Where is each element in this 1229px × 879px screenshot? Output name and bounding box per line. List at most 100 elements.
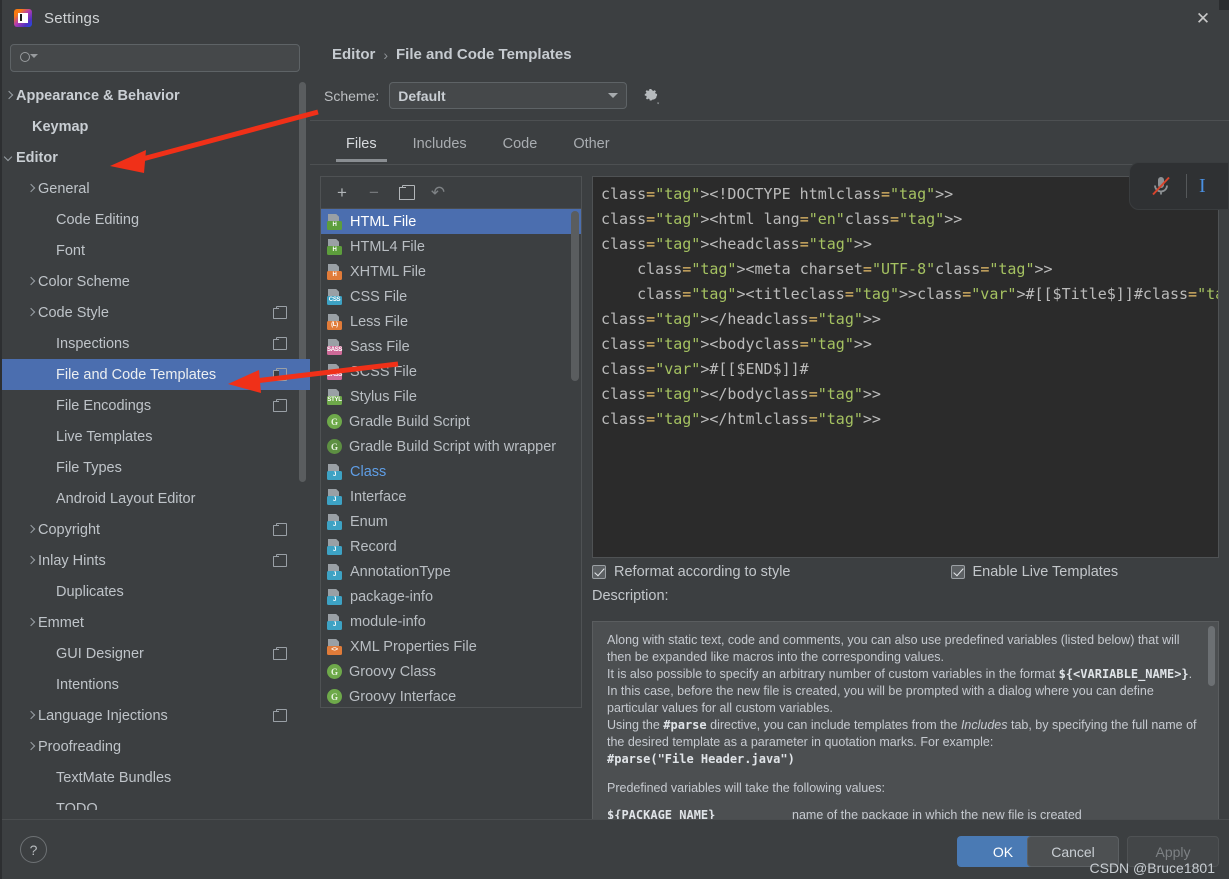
list-item[interactable]: Jpackage-info bbox=[321, 584, 581, 609]
list-item[interactable]: JAnnotationType bbox=[321, 559, 581, 584]
sidebar-item-label: Editor bbox=[16, 150, 58, 166]
remove-template-button[interactable]: − bbox=[361, 181, 387, 205]
sidebar-item-file-encodings[interactable]: File Encodings bbox=[0, 390, 310, 421]
sidebar-item-label: Copyright bbox=[38, 522, 100, 538]
list-item[interactable]: GGradle Build Script bbox=[321, 409, 581, 434]
list-item[interactable]: JEnum bbox=[321, 509, 581, 534]
copy-settings-icon[interactable] bbox=[273, 337, 286, 350]
list-item[interactable]: SASSSass File bbox=[321, 334, 581, 359]
sidebar-item-label: Live Templates bbox=[56, 429, 152, 445]
list-item[interactable]: HHTML File bbox=[321, 209, 581, 234]
sidebar-item-general[interactable]: General bbox=[0, 173, 310, 204]
search-box[interactable] bbox=[10, 44, 300, 72]
sidebar-item-copyright[interactable]: Copyright bbox=[0, 514, 310, 545]
chevron-right-icon[interactable] bbox=[24, 709, 38, 723]
sidebar-item-label: Android Layout Editor bbox=[56, 491, 195, 507]
copy-settings-icon[interactable] bbox=[273, 368, 286, 381]
list-item[interactable]: JClass bbox=[321, 459, 581, 484]
sidebar-item-code-style[interactable]: Code Style bbox=[0, 297, 310, 328]
list-item[interactable]: JRecord bbox=[321, 534, 581, 559]
sidebar-item-emmet[interactable]: Emmet bbox=[0, 607, 310, 638]
sidebar-item-inlay-hints[interactable]: Inlay Hints bbox=[0, 545, 310, 576]
sidebar-item-code-editing[interactable]: Code Editing bbox=[0, 204, 310, 235]
chevron-right-icon[interactable] bbox=[24, 182, 38, 196]
copy-settings-icon[interactable] bbox=[273, 306, 286, 319]
search-input[interactable] bbox=[36, 51, 299, 66]
list-item[interactable]: STYLStylus File bbox=[321, 384, 581, 409]
scheme-select[interactable]: Default bbox=[389, 82, 627, 109]
chevron-right-icon[interactable] bbox=[24, 740, 38, 754]
chevron-right-icon[interactable] bbox=[24, 275, 38, 289]
list-item[interactable]: GGradle Build Script with wrapper bbox=[321, 434, 581, 459]
tab-files[interactable]: Files bbox=[328, 128, 395, 162]
list-item-label: HTML File bbox=[350, 214, 416, 230]
java-class-icon: J bbox=[327, 514, 343, 530]
sidebar-item-label: TextMate Bundles bbox=[56, 770, 171, 786]
chevron-right-icon[interactable] bbox=[24, 554, 38, 568]
list-item-label: Groovy Interface bbox=[349, 689, 456, 705]
sidebar-item-inspections[interactable]: Inspections bbox=[0, 328, 310, 359]
sidebar-item-font[interactable]: Font bbox=[0, 235, 310, 266]
microphone-muted-icon[interactable] bbox=[1148, 173, 1174, 199]
sidebar-item-todo[interactable]: TODO bbox=[0, 793, 310, 810]
list-item[interactable]: Jmodule-info bbox=[321, 609, 581, 634]
microphone-widget[interactable]: I bbox=[1129, 162, 1229, 210]
copy-settings-icon[interactable] bbox=[273, 399, 286, 412]
chevron-right-icon[interactable] bbox=[24, 523, 38, 537]
list-item[interactable]: HXHTML File bbox=[321, 259, 581, 284]
sidebar-item-editor[interactable]: Editor bbox=[0, 142, 310, 173]
sidebar-item-color-scheme[interactable]: Color Scheme bbox=[0, 266, 310, 297]
list-item[interactable]: HHTML4 File bbox=[321, 234, 581, 259]
sidebar-item-textmate-bundles[interactable]: TextMate Bundles bbox=[0, 762, 310, 793]
reset-template-button[interactable]: ↶ bbox=[425, 181, 451, 205]
sidebar-item-gui-designer[interactable]: GUI Designer bbox=[0, 638, 310, 669]
copy-settings-icon[interactable] bbox=[273, 523, 286, 536]
java-class-icon: J bbox=[327, 589, 343, 605]
sidebar-item-file-and-code-templates[interactable]: File and Code Templates bbox=[0, 359, 310, 390]
settings-dialog: Settings ✕ Appearance & BehaviorKeymapEd… bbox=[0, 0, 1229, 879]
groovy-icon: G bbox=[327, 689, 342, 704]
sidebar-item-intentions[interactable]: Intentions bbox=[0, 669, 310, 700]
java-class-icon: J bbox=[327, 564, 343, 580]
description-box[interactable]: Along with static text, code and comment… bbox=[592, 621, 1219, 843]
sidebar-item-android-layout-editor[interactable]: Android Layout Editor bbox=[0, 483, 310, 514]
tab-includes[interactable]: Includes bbox=[395, 128, 485, 162]
description-label: Description: bbox=[592, 588, 669, 604]
chevron-right-icon[interactable] bbox=[24, 616, 38, 630]
sidebar-item-language-injections[interactable]: Language Injections bbox=[0, 700, 310, 731]
copy-settings-icon[interactable] bbox=[273, 709, 286, 722]
reformat-checkbox[interactable]: Reformat according to style bbox=[592, 564, 791, 580]
add-template-button[interactable]: + bbox=[329, 181, 355, 205]
help-icon[interactable]: ? bbox=[20, 836, 47, 863]
chevron-right-icon[interactable] bbox=[24, 306, 38, 320]
sidebar-item-file-types[interactable]: File Types bbox=[0, 452, 310, 483]
list-item[interactable]: G Groovy Interface bbox=[321, 684, 581, 707]
copy-template-button[interactable] bbox=[393, 181, 419, 205]
tab-code[interactable]: Code bbox=[485, 128, 556, 162]
tab-other[interactable]: Other bbox=[555, 128, 627, 162]
copy-settings-icon[interactable] bbox=[273, 647, 286, 660]
live-templates-checkbox[interactable]: Enable Live Templates bbox=[951, 564, 1119, 580]
templates-list[interactable]: HHTML FileHHTML4 FileHXHTML FileCSSCSS F… bbox=[321, 209, 581, 707]
list-item[interactable]: SASSSCSS File bbox=[321, 359, 581, 384]
list-item[interactable]: <>XML Properties File bbox=[321, 634, 581, 659]
sidebar-item-proofreading[interactable]: Proofreading bbox=[0, 731, 310, 762]
breadcrumb-parent[interactable]: Editor bbox=[332, 46, 375, 63]
sidebar-item-label: Inspections bbox=[56, 336, 129, 352]
template-code-editor[interactable]: class="tag"><!DOCTYPE htmlclass="tag">>c… bbox=[592, 176, 1219, 558]
chevron-right-icon[interactable] bbox=[2, 89, 16, 103]
list-item[interactable]: (L)Less File bbox=[321, 309, 581, 334]
templates-scrollbar[interactable] bbox=[571, 211, 579, 381]
sidebar-item-appearance-behavior[interactable]: Appearance & Behavior bbox=[0, 80, 310, 111]
sidebar-item-label: Code Style bbox=[38, 305, 109, 321]
chevron-down-icon[interactable] bbox=[2, 151, 16, 165]
description-scrollbar[interactable] bbox=[1208, 626, 1215, 686]
sidebar-item-duplicates[interactable]: Duplicates bbox=[0, 576, 310, 607]
copy-settings-icon[interactable] bbox=[273, 554, 286, 567]
gear-icon[interactable] bbox=[643, 86, 663, 106]
list-item[interactable]: GGroovy Class bbox=[321, 659, 581, 684]
list-item[interactable]: CSSCSS File bbox=[321, 284, 581, 309]
list-item[interactable]: JInterface bbox=[321, 484, 581, 509]
sidebar-item-keymap[interactable]: Keymap bbox=[0, 111, 310, 142]
sidebar-item-live-templates[interactable]: Live Templates bbox=[0, 421, 310, 452]
